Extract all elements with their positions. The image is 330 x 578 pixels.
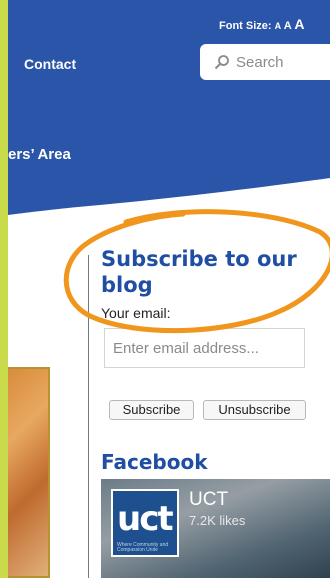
facebook-likes-count: 7.2K likes xyxy=(189,513,246,528)
subscribe-button[interactable]: Subscribe xyxy=(109,400,194,420)
font-size-label: Font Size: xyxy=(219,20,272,32)
facebook-page-widget[interactable]: uct Where Community and Compassion Unite… xyxy=(101,479,330,578)
header-banner xyxy=(8,0,330,215)
email-label: Your email: xyxy=(101,305,171,321)
nav-item-contact[interactable]: Contact xyxy=(24,56,76,72)
sidebar-divider xyxy=(88,255,89,578)
search-icon xyxy=(214,55,229,70)
unsubscribe-button[interactable]: Unsubscribe xyxy=(203,400,306,420)
facebook-heading: Facebook xyxy=(101,450,208,474)
page: Font Size: A A A Contact Search ers’ Are… xyxy=(8,0,330,578)
subscribe-heading: Subscribe to our blog xyxy=(101,247,297,297)
search-input[interactable]: Search xyxy=(200,44,330,80)
search-placeholder: Search xyxy=(236,53,284,71)
font-size-medium-button[interactable]: A xyxy=(284,20,292,32)
email-field[interactable] xyxy=(104,328,305,368)
logo-tagline: Where Community and Compassion Unite xyxy=(117,542,169,553)
font-size-control: Font Size: A A A xyxy=(219,16,305,32)
logo-letters: uct xyxy=(117,499,174,539)
uct-logo[interactable]: uct Where Community and Compassion Unite xyxy=(111,489,179,557)
content-photo xyxy=(8,367,50,578)
font-size-small-button[interactable]: A xyxy=(275,21,282,31)
nav-item-members-area[interactable]: ers’ Area xyxy=(8,146,71,163)
font-size-large-button[interactable]: A xyxy=(294,16,304,32)
facebook-page-name[interactable]: UCT xyxy=(189,489,228,511)
